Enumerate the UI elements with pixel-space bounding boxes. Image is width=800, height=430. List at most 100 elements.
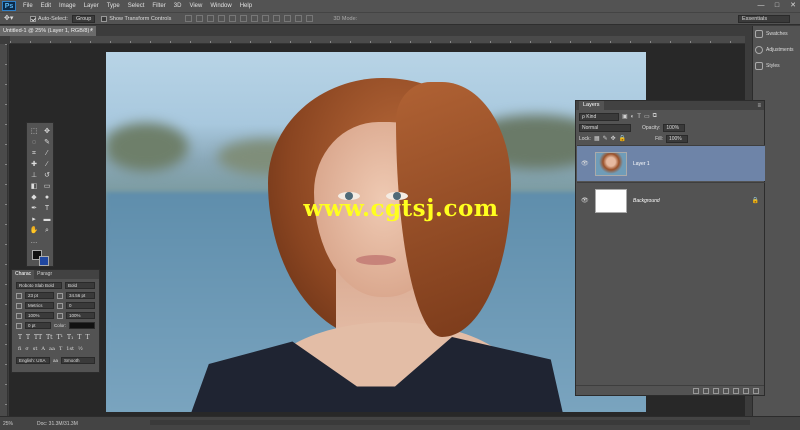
lock-position-icon[interactable]: ✥ xyxy=(611,135,616,142)
distribute-vcenter-icon[interactable] xyxy=(262,15,270,22)
faux-bold-button[interactable]: T xyxy=(18,334,22,341)
menu-layer[interactable]: Layer xyxy=(80,0,103,12)
menu-file[interactable]: File xyxy=(19,0,37,12)
discretionary-lig-button[interactable]: st xyxy=(33,346,38,352)
horizontal-scrollbar[interactable] xyxy=(150,420,750,425)
vertical-ruler[interactable] xyxy=(0,44,8,416)
filter-adjust-icon[interactable]: ◐ xyxy=(631,114,635,120)
underline-button[interactable]: T xyxy=(77,334,81,341)
horizontal-ruler[interactable] xyxy=(10,36,745,44)
move-tool-icon[interactable]: ✥ xyxy=(41,127,53,136)
superscript-button[interactable]: T¹ xyxy=(57,334,63,341)
workspace-dropdown[interactable]: Essentials xyxy=(738,15,790,23)
horizontal-scale-field[interactable]: 100% xyxy=(66,312,95,319)
distribute-left-icon[interactable] xyxy=(284,15,292,22)
path-select-icon[interactable]: ▸ xyxy=(28,215,40,224)
menu-help[interactable]: Help xyxy=(236,0,256,12)
menu-filter[interactable]: Filter xyxy=(148,0,169,12)
baseline-shift-field[interactable]: 0 pt xyxy=(25,322,51,329)
distribute-right-icon[interactable] xyxy=(306,15,314,22)
crop-tool-icon[interactable]: ⌗ xyxy=(28,149,40,158)
type-tool-icon[interactable]: T xyxy=(41,204,53,213)
lock-all-icon[interactable]: 🔒 xyxy=(619,135,626,142)
tab-close-icon[interactable]: × xyxy=(90,26,93,36)
brush-tool-icon[interactable]: ∕ xyxy=(41,160,53,169)
font-family-select[interactable]: Roboto Slab Bold xyxy=(16,282,62,289)
strikethrough-button[interactable]: T xyxy=(85,334,89,341)
zoom-level[interactable]: 25% xyxy=(3,421,13,427)
menu-type[interactable]: Type xyxy=(103,0,124,12)
dodge-tool-icon[interactable]: ● xyxy=(41,193,53,202)
menu-view[interactable]: View xyxy=(185,0,206,12)
fill-field[interactable]: 100% xyxy=(665,134,688,143)
kerning-field[interactable]: Metrics xyxy=(25,302,54,309)
close-icon[interactable]: ✕ xyxy=(788,1,798,10)
menu-select[interactable]: Select xyxy=(124,0,149,12)
new-group-icon[interactable] xyxy=(733,387,739,394)
layer-filter-select[interactable]: ρ Kind xyxy=(579,112,619,121)
document-tab[interactable]: Untitled-1 @ 25% (Layer 1, RGB/8) * × xyxy=(0,26,96,36)
auto-select-dropdown[interactable]: Group xyxy=(71,14,96,23)
align-bottom-icon[interactable] xyxy=(207,15,215,22)
language-select[interactable]: English: USA xyxy=(16,357,50,364)
shape-tool-icon[interactable]: ▬ xyxy=(41,215,53,224)
font-size-field[interactable]: 23 pt xyxy=(25,292,54,299)
opacity-field[interactable]: 100% xyxy=(663,123,686,132)
marquee-tool-icon[interactable]: ⬚ xyxy=(28,127,40,136)
more-tools-icon[interactable]: … xyxy=(28,237,40,246)
pen-tool-icon[interactable]: ✒ xyxy=(28,204,40,213)
titling-alt-button[interactable]: T xyxy=(59,346,62,352)
ligature-button[interactable]: fi xyxy=(18,346,21,352)
layer-name[interactable]: Background xyxy=(633,198,660,204)
move-tool-icon[interactable]: ✥▾ xyxy=(4,14,24,24)
menu-edit[interactable]: Edit xyxy=(37,0,55,12)
quick-select-tool-icon[interactable]: ✎ xyxy=(41,138,53,147)
show-transform-checkbox[interactable] xyxy=(101,15,108,22)
ordinals-button[interactable]: 1st xyxy=(66,346,74,352)
all-caps-button[interactable]: TT xyxy=(34,334,42,341)
faux-italic-button[interactable]: T xyxy=(26,334,30,341)
eyedropper-tool-icon[interactable]: ⁄ xyxy=(41,149,53,158)
align-vcenter-icon[interactable] xyxy=(196,15,204,22)
visibility-eye-icon[interactable]: 👁 xyxy=(581,197,589,204)
tracking-field[interactable]: 0 xyxy=(66,302,95,309)
layer-mask-icon[interactable] xyxy=(713,387,719,394)
fractions-button[interactable]: ½ xyxy=(78,346,83,352)
layer-style-icon[interactable] xyxy=(703,387,709,394)
history-brush-icon[interactable]: ↺ xyxy=(41,171,53,180)
font-style-select[interactable]: Bold xyxy=(65,282,95,289)
document-image[interactable]: www.cgtsj.com xyxy=(106,52,646,412)
tab-paragraph[interactable]: Paragr xyxy=(34,270,55,279)
layer-row[interactable]: 👁 Layer 1 xyxy=(577,145,765,181)
doc-size[interactable]: Doc: 31.3M/31.3M xyxy=(37,421,78,427)
menu-window[interactable]: Window xyxy=(206,0,235,12)
lock-transparent-icon[interactable]: ▦ xyxy=(594,135,600,142)
vertical-scale-field[interactable]: 100% xyxy=(25,312,54,319)
subscript-button[interactable]: T₁ xyxy=(67,334,73,341)
auto-select-checkbox[interactable] xyxy=(30,15,36,22)
zoom-tool-icon[interactable]: ⌕ xyxy=(41,226,53,235)
healing-brush-icon[interactable]: ✚ xyxy=(28,160,40,169)
hand-tool-icon[interactable]: ✋ xyxy=(28,226,40,235)
tab-layers[interactable]: Layers xyxy=(579,101,604,110)
align-top-icon[interactable] xyxy=(185,15,193,22)
align-right-icon[interactable] xyxy=(240,15,248,22)
link-layers-icon[interactable] xyxy=(693,387,699,394)
distribute-hcenter-icon[interactable] xyxy=(295,15,303,22)
dock-styles[interactable]: Styles xyxy=(753,58,800,74)
maximize-icon[interactable]: □ xyxy=(772,1,782,10)
lock-pixels-icon[interactable]: ✎ xyxy=(603,135,608,142)
align-hcenter-icon[interactable] xyxy=(229,15,237,22)
distribute-bottom-icon[interactable] xyxy=(273,15,281,22)
align-left-icon[interactable] xyxy=(218,15,226,22)
stylistic-alt-button[interactable]: aa xyxy=(49,346,55,352)
distribute-top-icon[interactable] xyxy=(251,15,259,22)
text-color-swatch[interactable] xyxy=(69,322,96,329)
new-layer-icon[interactable] xyxy=(743,387,749,394)
panel-menu-icon[interactable]: ≡ xyxy=(757,103,761,109)
swash-button[interactable]: A xyxy=(41,346,45,352)
menu-3d[interactable]: 3D xyxy=(170,0,186,12)
visibility-eye-icon[interactable]: 👁 xyxy=(581,160,589,167)
eraser-tool-icon[interactable]: ◧ xyxy=(28,182,40,191)
anti-alias-select[interactable]: Smooth xyxy=(61,357,96,364)
